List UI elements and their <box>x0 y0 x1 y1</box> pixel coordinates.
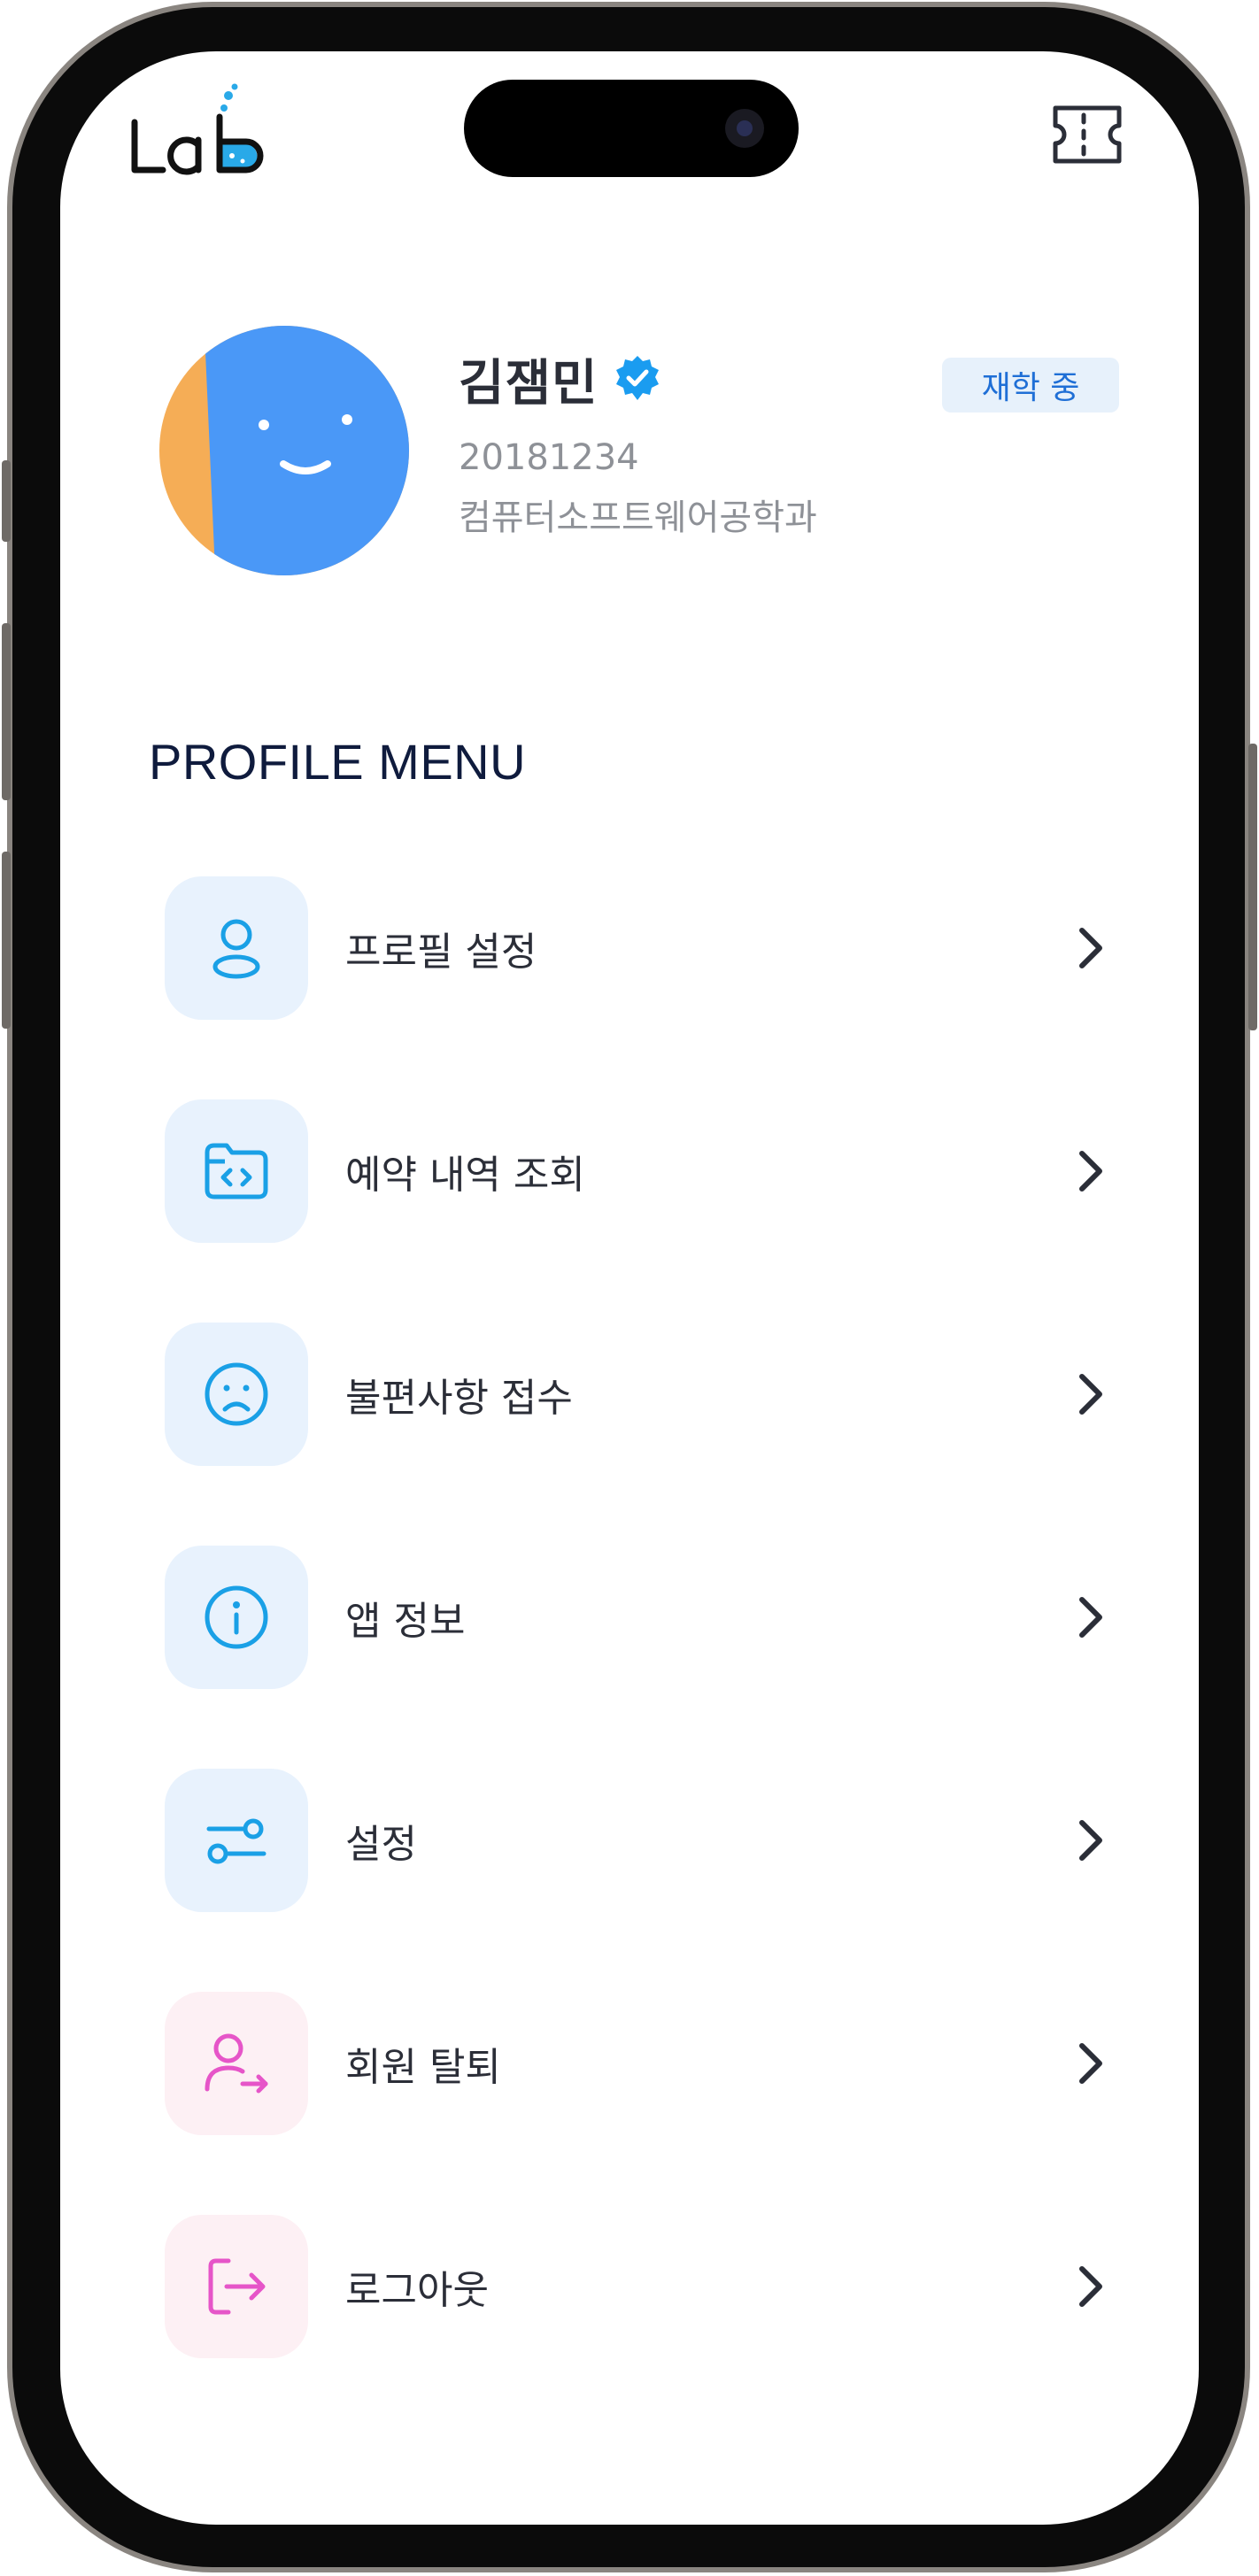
menu-item-logout[interactable]: 로그아웃 <box>165 2213 1130 2360</box>
profile-name: 김잼민 <box>459 354 599 413</box>
chevron-right-icon <box>1079 1820 1102 1861</box>
volume-down-button <box>2 852 11 1029</box>
verified-badge-icon <box>615 356 659 400</box>
menu-icon-box <box>165 1323 308 1466</box>
action-button <box>2 460 11 542</box>
menu-item-profile-settings[interactable]: 프로필 설정 <box>165 875 1130 1022</box>
menu-item-complaint[interactable]: 불편사항 접수 <box>165 1321 1130 1468</box>
chevron-right-icon <box>1079 1597 1102 1638</box>
chevron-right-icon <box>1079 928 1102 968</box>
power-button <box>1248 744 1257 1030</box>
student-id: 20181234 <box>459 437 639 478</box>
menu-item-reservation-history[interactable]: 예약 내역 조회 <box>165 1098 1130 1245</box>
camera-icon <box>725 109 764 148</box>
menu-label: 앱 정보 <box>345 1599 466 1644</box>
dynamic-island <box>464 80 799 177</box>
menu-label: 회원 탈퇴 <box>345 2045 501 2090</box>
department: 컴퓨터소프트웨어공학과 <box>459 497 817 538</box>
logout-icon <box>208 2258 266 2315</box>
ticket-icon[interactable] <box>1048 103 1126 166</box>
menu-icon-box <box>165 2215 308 2358</box>
avatar[interactable] <box>159 326 409 575</box>
menu-icon-box <box>165 876 308 1020</box>
chevron-right-icon <box>1079 1374 1102 1415</box>
lab-logo-icon[interactable] <box>124 78 266 184</box>
menu-label: 로그아웃 <box>345 2268 489 2313</box>
user-leave-icon <box>205 2033 268 2094</box>
menu-icon-box <box>165 1769 308 1912</box>
menu-item-app-info[interactable]: 앱 정보 <box>165 1544 1130 1691</box>
menu-label: 예약 내역 조회 <box>345 1153 585 1198</box>
section-title: PROFILE MENU <box>149 734 527 790</box>
toggles-icon <box>206 1818 266 1864</box>
menu-item-withdraw[interactable]: 회원 탈퇴 <box>165 1990 1130 2137</box>
menu-icon-box <box>165 1992 308 2135</box>
chevron-right-icon <box>1079 2043 1102 2084</box>
code-folder-icon <box>205 1143 268 1199</box>
menu-icon-box <box>165 1546 308 1689</box>
menu-item-settings[interactable]: 설정 <box>165 1767 1130 1914</box>
menu-label: 설정 <box>345 1822 417 1867</box>
volume-up-button <box>2 623 11 800</box>
chevron-right-icon <box>1079 1151 1102 1192</box>
user-icon <box>212 919 260 979</box>
menu-label: 불편사항 접수 <box>345 1376 573 1421</box>
profile-name-row: 김잼민 <box>459 343 662 414</box>
device-frame: 김잼민 20181234 컴퓨터소프트웨어공학과 재학 중 PROFILE ME… <box>0 0 1259 2576</box>
menu-icon-box <box>165 1099 308 1243</box>
chevron-right-icon <box>1079 2266 1102 2307</box>
status-badge: 재학 중 <box>942 358 1119 413</box>
info-icon <box>205 1585 268 1649</box>
menu-label: 프로필 설정 <box>345 929 537 975</box>
sad-face-icon <box>205 1362 268 1426</box>
app-screen: 김잼민 20181234 컴퓨터소프트웨어공학과 재학 중 PROFILE ME… <box>60 51 1199 2525</box>
